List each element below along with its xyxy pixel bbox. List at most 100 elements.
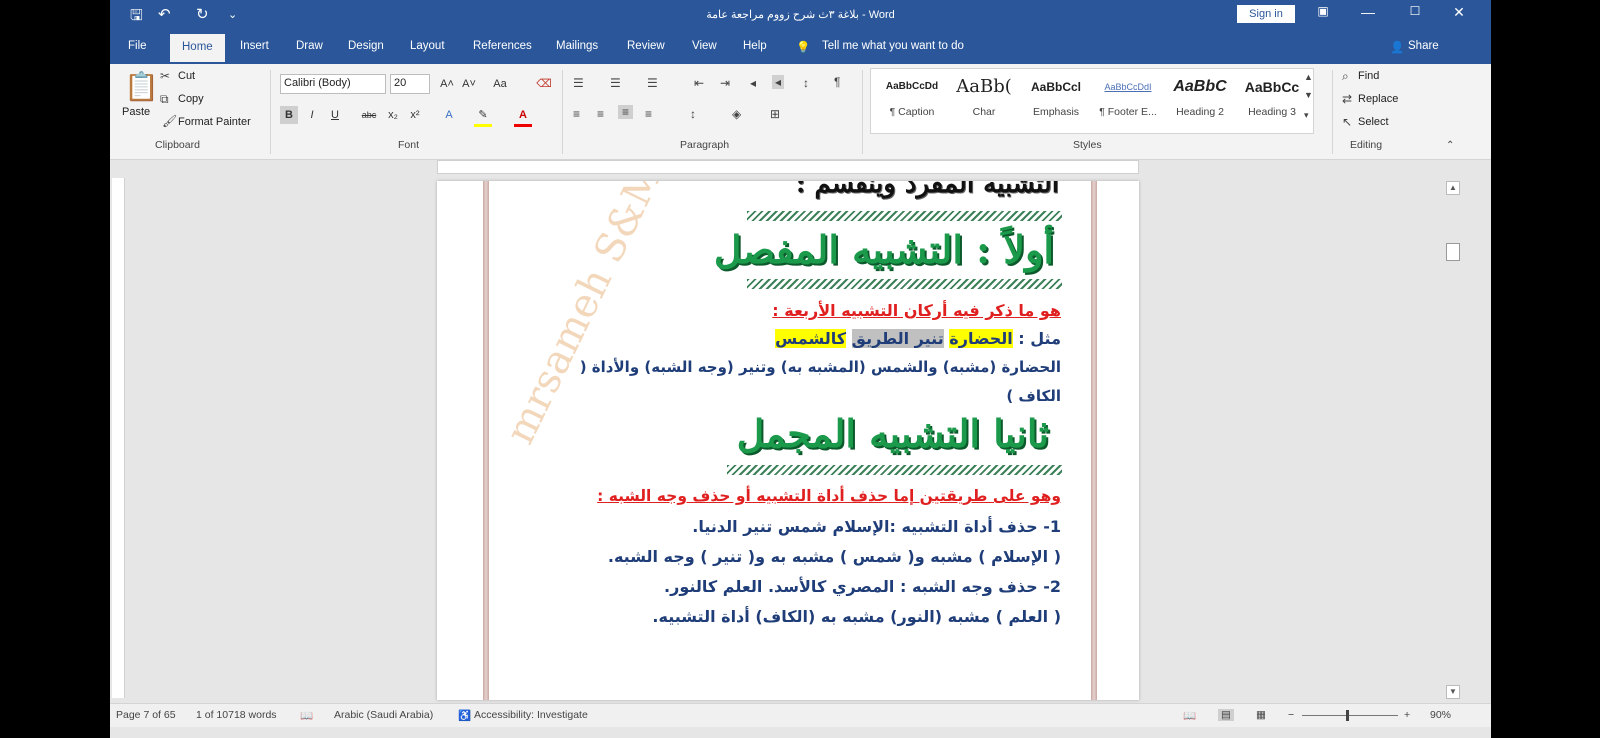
tab-file[interactable]: File: [128, 40, 147, 52]
scroll-thumb[interactable]: [1446, 243, 1460, 261]
vertical-ruler[interactable]: [112, 178, 125, 698]
styles-more-icon[interactable]: ▾: [1304, 110, 1309, 121]
web-layout-icon[interactable]: ▦: [1256, 709, 1266, 721]
center-icon[interactable]: ≡: [597, 107, 604, 121]
decor-wave: [747, 211, 1062, 221]
tab-insert[interactable]: Insert: [240, 40, 269, 52]
clear-formatting-icon[interactable]: ⌫: [535, 75, 553, 93]
sign-in-button[interactable]: Sign in: [1237, 5, 1295, 23]
style-emphasis[interactable]: AaBbCcl Emphasis: [1020, 74, 1092, 126]
find-icon[interactable]: ⌕: [1342, 69, 1349, 84]
zoom-level[interactable]: 90%: [1430, 709, 1451, 721]
bold-button[interactable]: B: [280, 106, 298, 124]
share-button[interactable]: Share: [1408, 40, 1439, 52]
zoom-slider-thumb[interactable]: [1346, 710, 1349, 721]
cut-icon[interactable]: ✂: [160, 69, 170, 83]
borders-icon[interactable]: ⊞: [770, 107, 780, 121]
bullets-icon[interactable]: ☰: [573, 76, 584, 90]
shading-icon[interactable]: ◈: [732, 107, 741, 121]
tab-references[interactable]: References: [473, 40, 532, 52]
style-heading-3[interactable]: AaBbCc Heading 3: [1236, 74, 1308, 126]
superscript-button[interactable]: x²: [406, 106, 424, 124]
close-button[interactable]: ✕: [1444, 4, 1474, 21]
tab-layout[interactable]: Layout: [410, 40, 445, 52]
zoom-in-icon[interactable]: +: [1404, 709, 1410, 721]
subscript-button[interactable]: x₂: [384, 106, 402, 124]
read-mode-icon[interactable]: 📖: [1183, 709, 1196, 722]
maximize-button[interactable]: ☐: [1400, 4, 1430, 18]
multilevel-list-icon[interactable]: ☰: [647, 76, 658, 90]
ribbon-display-options-icon[interactable]: ▣: [1308, 4, 1338, 18]
zoom-slider[interactable]: [1302, 715, 1398, 716]
text-effects-icon[interactable]: A: [440, 106, 458, 124]
numbering-icon[interactable]: ☰: [610, 76, 621, 90]
font-size-dropdown[interactable]: 20: [390, 74, 430, 94]
word-count[interactable]: 1 of 10718 words: [196, 709, 277, 721]
format-painter-icon[interactable]: 🖌: [162, 114, 177, 128]
zoom-out-icon[interactable]: −: [1288, 709, 1294, 721]
font-family-dropdown[interactable]: Calibri (Body): [280, 74, 386, 94]
document-page[interactable]: mrsameh S&M&A التشبيه المفرد وينقسم : أو…: [437, 181, 1139, 700]
ltr-icon[interactable]: ◂: [772, 75, 785, 89]
paste-button[interactable]: Paste: [122, 106, 150, 118]
scroll-up-icon[interactable]: ▲: [1446, 181, 1460, 195]
collapse-ribbon-icon[interactable]: ⌃: [1446, 140, 1454, 151]
page-count[interactable]: Page 7 of 65: [116, 709, 176, 721]
explanation-line-1: الحضارة (مشبه) والشمس (المشبه به) وتنير …: [579, 358, 1061, 376]
status-bar: Page 7 of 65 1 of 10718 words 📖 Arabic (…: [110, 703, 1491, 727]
sort-icon[interactable]: ↕: [803, 76, 809, 90]
decrease-indent-icon[interactable]: ⇤: [694, 76, 704, 90]
increase-indent-icon[interactable]: ⇥: [720, 76, 730, 90]
example-object: كالشمس: [775, 329, 847, 348]
tab-design[interactable]: Design: [348, 40, 384, 52]
change-case-icon[interactable]: Aa: [488, 75, 512, 93]
align-right-icon[interactable]: ≡: [618, 105, 634, 119]
minimize-button[interactable]: —: [1353, 4, 1383, 20]
language-indicator[interactable]: Arabic (Saudi Arabia): [334, 709, 433, 721]
shrink-font-icon[interactable]: A˅: [460, 75, 478, 93]
copy-icon[interactable]: ⧉: [160, 92, 169, 107]
select-icon[interactable]: ↖: [1342, 115, 1352, 129]
italic-button[interactable]: I: [303, 106, 321, 124]
underline-button[interactable]: U: [326, 106, 344, 124]
tab-view[interactable]: View: [692, 40, 717, 52]
style-char[interactable]: AaBb( Char: [948, 74, 1020, 126]
accessibility-icon[interactable]: ♿: [458, 709, 471, 722]
share-icon: 👤: [1390, 42, 1405, 54]
divider: [270, 70, 271, 154]
copy-button[interactable]: Copy: [178, 93, 204, 105]
highlight-color-icon[interactable]: ✎: [474, 106, 492, 127]
replace-icon[interactable]: ⇄: [1342, 92, 1352, 106]
paste-icon[interactable]: 📋: [124, 70, 159, 103]
font-color-icon[interactable]: A: [514, 106, 532, 127]
grow-font-icon[interactable]: A˄: [438, 75, 456, 93]
select-button[interactable]: Select: [1358, 116, 1389, 128]
horizontal-ruler[interactable]: [437, 160, 1139, 174]
tab-help[interactable]: Help: [743, 40, 767, 52]
tell-me-search[interactable]: Tell me what you want to do: [822, 40, 964, 52]
rtl-icon[interactable]: ◂: [750, 76, 756, 90]
tab-mailings[interactable]: Mailings: [556, 40, 598, 52]
vertical-scrollbar[interactable]: ▲ ▼: [1446, 181, 1460, 701]
align-left-icon[interactable]: ≡: [573, 107, 580, 121]
format-painter-button[interactable]: Format Painter: [178, 116, 251, 128]
style-caption[interactable]: AaBbCcDd ¶ Caption: [876, 74, 948, 126]
find-button[interactable]: Find: [1358, 70, 1379, 82]
scroll-down-icon[interactable]: ▼: [1446, 685, 1460, 699]
styles-scroll-up-icon[interactable]: ▲: [1304, 72, 1313, 82]
proofing-icon[interactable]: 📖: [300, 709, 313, 722]
accessibility-status[interactable]: Accessibility: Investigate: [474, 709, 588, 721]
cut-button[interactable]: Cut: [178, 70, 195, 82]
show-formatting-icon[interactable]: ¶: [834, 75, 840, 89]
style-footer[interactable]: AaBbCcDdI ¶ Footer E...: [1092, 74, 1164, 126]
styles-scroll-down-icon[interactable]: ▼: [1304, 90, 1313, 100]
style-heading-2[interactable]: AaBbC Heading 2: [1164, 74, 1236, 126]
replace-button[interactable]: Replace: [1358, 93, 1398, 105]
tab-review[interactable]: Review: [627, 40, 665, 52]
strikethrough-button[interactable]: abc: [358, 106, 380, 124]
justify-icon[interactable]: ≡: [645, 107, 652, 121]
tab-draw[interactable]: Draw: [296, 40, 323, 52]
line-spacing-icon[interactable]: ↕: [690, 107, 696, 121]
tab-home[interactable]: Home: [170, 34, 225, 62]
print-layout-icon[interactable]: ▤: [1218, 709, 1234, 721]
